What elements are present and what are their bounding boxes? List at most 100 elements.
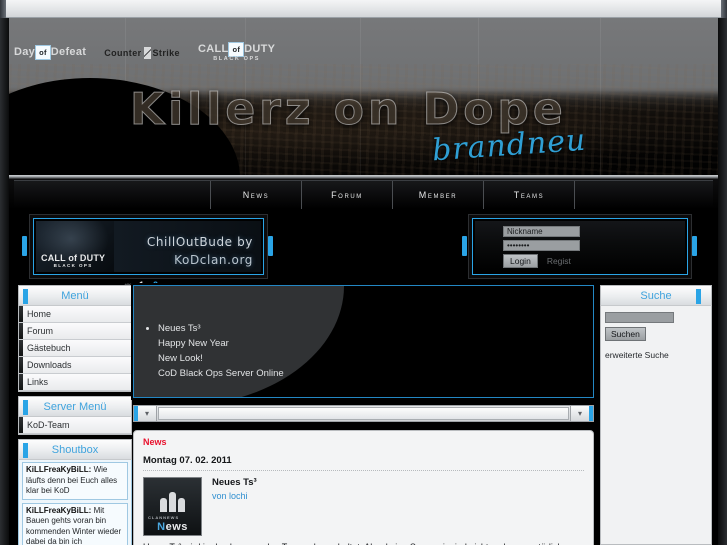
dod-of: of <box>35 45 51 61</box>
login-actions: Login Regist <box>503 254 685 268</box>
login-box-inner: Nickname •••••••• Login Regist <box>475 221 685 272</box>
promo-banner[interactable]: CALL of DUTY BLACK OPS ChillOutBude by K… <box>33 218 264 275</box>
game-logos: Day of Defeat Counter Strike CALL of DUTY BL… <box>14 42 276 62</box>
nav-item-news[interactable]: News <box>211 181 302 209</box>
server-menu-knob-icon <box>23 400 28 415</box>
promo-line2: KoDclan.org <box>174 253 253 267</box>
login-button[interactable]: Login <box>503 254 538 268</box>
promo-line1: ChillOutBude by <box>146 235 253 249</box>
thumbnail-clantag: CLANNEWS <box>148 515 180 520</box>
banner-left-arrow[interactable] <box>22 236 27 256</box>
day-of-defeat-logo: Day of Defeat <box>14 45 87 61</box>
shout-user: KiLLFreaKyBiLL: <box>26 505 92 515</box>
cod-line1: CALL <box>197 43 229 55</box>
register-link[interactable]: Regist <box>547 256 571 266</box>
content-area: Menü Home Forum Gästebuch Downloads Link… <box>0 285 727 545</box>
call-of-duty-logo: CALL of DUTY BLACK OPS <box>197 42 276 62</box>
cs-label-right: Strike <box>152 48 180 58</box>
article-category-tag: News <box>143 437 167 447</box>
sidebar-item-kod-team[interactable]: KoD-Team <box>19 417 131 434</box>
nav-item-forum[interactable]: Forum <box>302 181 393 209</box>
search-button[interactable]: Suchen <box>605 327 646 341</box>
shout-message: KiLLFreaKyBiLL: Wie läufts denn bei Euch… <box>22 462 128 500</box>
promo-cod-line2: BLACK OPS <box>53 262 93 268</box>
article-title[interactable]: Neues Ts³ <box>212 477 257 488</box>
scroll-down-left-icon[interactable]: ▾ <box>138 406 157 421</box>
thumbnail-news-n: N <box>157 521 166 533</box>
password-input[interactable]: •••••••• <box>503 240 580 251</box>
article-thumbnail[interactable]: CLANNEWS News <box>143 477 202 536</box>
scroll-down-right-icon[interactable]: ▾ <box>570 406 589 421</box>
article-meta: Neues Ts³ von lochi <box>212 477 257 536</box>
shoutbox-knob-icon <box>23 443 28 458</box>
menu-panel-title: Menü <box>18 285 132 306</box>
cs-knife-icon <box>143 47 151 59</box>
advanced-search-link[interactable]: erweiterte Suche <box>605 350 707 360</box>
news-article: News Montag 07. 02. 2011 CLANNEWS News N… <box>133 430 594 545</box>
search-title-label: Suche <box>640 290 672 302</box>
cod-of: of <box>228 42 245 57</box>
shoutbox-panel-title: Shoutbox <box>18 439 132 460</box>
nav-bar-wrapper: News Forum Member Teams <box>0 175 727 210</box>
news-headline-item[interactable]: CoD Black Ops Server Online <box>158 366 593 381</box>
login-left-arrow[interactable] <box>462 236 467 256</box>
scrollbar-right-edge <box>589 406 593 421</box>
nav-left-spacer <box>14 181 211 209</box>
frame-right-edge <box>718 18 727 545</box>
shoutbox-panel: KiLLFreaKyBiLL: Wie läufts denn bei Euch… <box>18 460 132 545</box>
dod-line1: Day <box>14 46 36 59</box>
sidebar-item-links[interactable]: Links <box>19 374 131 391</box>
right-sidebar: Suche Suchen erweiterte Suche <box>600 285 712 545</box>
nickname-input[interactable]: Nickname <box>503 226 580 237</box>
browser-chrome-bar <box>0 0 727 18</box>
banner-right-arrow[interactable] <box>268 236 273 256</box>
site-frame: Day of Defeat Counter Strike CALL of DUTY BL… <box>0 18 727 545</box>
nav-right-spacer <box>575 181 713 209</box>
news-headline-item[interactable]: Neues Ts³ <box>158 321 593 336</box>
site-header: Day of Defeat Counter Strike CALL of DUTY BL… <box>0 18 727 175</box>
server-menu-panel: KoD-Team <box>18 417 132 435</box>
frame-left-edge <box>0 18 9 545</box>
shoutbox-title-label: Shoutbox <box>51 444 99 456</box>
center-column: Neues Ts³ Happy New Year New Look! CoD B… <box>133 285 594 545</box>
sidebar-item-gaestebuch[interactable]: Gästebuch <box>19 340 131 357</box>
sidebar-item-downloads[interactable]: Downloads <box>19 357 131 374</box>
nav-item-teams[interactable]: Teams <box>484 181 575 209</box>
promo-banner-text: ChillOutBude by KoDclan.org <box>147 233 253 269</box>
search-input[interactable] <box>605 312 674 323</box>
login-right-arrow[interactable] <box>692 236 697 256</box>
article-body-row: CLANNEWS News Neues Ts³ von lochi <box>143 471 584 536</box>
horizontal-scrollbar[interactable]: ▾ ▾ <box>133 405 594 422</box>
scrollbar-thumb[interactable] <box>158 407 569 420</box>
news-headlines-box: Neues Ts³ Happy New Year New Look! CoD B… <box>133 285 594 398</box>
news-headline-list: Neues Ts³ Happy New Year New Look! CoD B… <box>134 297 593 381</box>
dod-line1b: Defeat <box>50 46 87 59</box>
promo-cod-line1: CALL of DUTY <box>41 252 106 263</box>
cod-line1b: DUTY <box>244 43 276 55</box>
sidebar-item-forum[interactable]: Forum <box>19 323 131 340</box>
search-panel: Suchen erweiterte Suche <box>600 306 712 545</box>
server-menu-title-label: Server Menü <box>43 401 107 413</box>
menu-panel: Home Forum Gästebuch Downloads Links <box>18 306 132 392</box>
news-headline-item[interactable]: New Look! <box>158 351 593 366</box>
counter-strike-logo: Counter Strike <box>104 47 180 59</box>
search-panel-title: Suche <box>600 285 712 306</box>
thumbnail-news-word: News <box>144 521 201 533</box>
cs-label-left: Counter <box>104 48 142 58</box>
top-row: CALL of DUTY BLACK OPS ChillOutBude by K… <box>0 210 727 290</box>
shout-user: KiLLFreaKyBiLL: <box>26 465 92 474</box>
sidebar-item-home[interactable]: Home <box>19 306 131 323</box>
left-sidebar: Menü Home Forum Gästebuch Downloads Link… <box>18 285 132 545</box>
article-author[interactable]: von lochi <box>212 491 257 501</box>
main-navigation: News Forum Member Teams <box>14 180 713 209</box>
search-knob-icon <box>696 289 701 304</box>
menu-knob-icon <box>23 289 28 304</box>
cod-line2: BLACK OPS <box>213 55 261 62</box>
promo-banner-cod-logo: CALL of DUTY BLACK OPS <box>41 252 106 269</box>
nav-item-member[interactable]: Member <box>393 181 484 209</box>
news-headline-item[interactable]: Happy New Year <box>158 336 593 351</box>
menu-title-label: Menü <box>61 290 89 302</box>
article-date: Montag 07. 02. 2011 <box>143 455 584 471</box>
login-box: Nickname •••••••• Login Regist <box>472 218 688 275</box>
promo-banner-inner: CALL of DUTY BLACK OPS ChillOutBude by K… <box>36 221 261 272</box>
